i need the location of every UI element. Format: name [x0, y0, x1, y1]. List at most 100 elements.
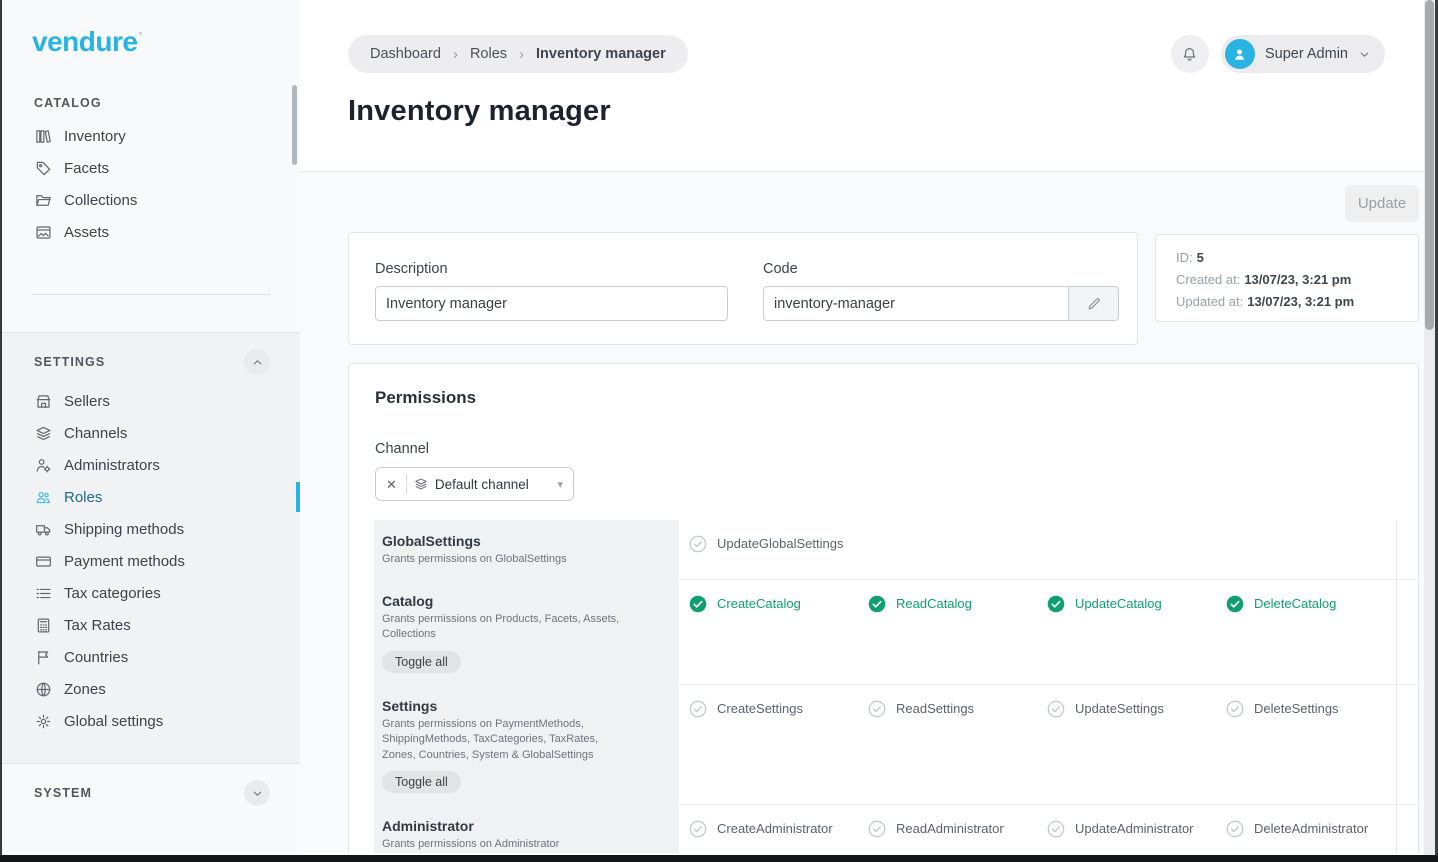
page-scrollbar[interactable] [1424, 0, 1435, 862]
breadcrumb-separator-icon: › [453, 46, 458, 63]
sidebar-item-collections[interactable]: Collections [2, 184, 300, 216]
permission-group-name: GlobalSettings [382, 533, 659, 549]
permission-checkbox-updatecatalog[interactable]: UpdateCatalog [1037, 580, 1216, 613]
avatar [1225, 39, 1255, 69]
sidebar-item-label: Roles [64, 489, 102, 506]
info-value: 13/07/23, 3:21 pm [1244, 272, 1351, 287]
roles-icon [34, 488, 52, 506]
permissions-card: Permissions Channel ✕ Default channel ▾ … [348, 363, 1419, 853]
permission-checkbox-deletesettings[interactable]: DeleteSettings [1216, 685, 1395, 718]
permission-label: DeleteSettings [1254, 700, 1339, 718]
chevron-down-icon [1358, 48, 1371, 61]
scrollbar-thumb[interactable] [1425, 0, 1434, 330]
sidebar-item-inventory[interactable]: Inventory [2, 120, 300, 152]
sidebar-scrollbar[interactable] [292, 85, 297, 165]
sidebar-item-zones[interactable]: Zones [2, 673, 300, 705]
channel-selected-value: Default channel [435, 477, 551, 492]
sidebar-item-assets[interactable]: Assets [2, 216, 300, 248]
close-icon: ✕ [386, 477, 397, 492]
description-label: Description [375, 261, 728, 277]
description-input[interactable] [375, 286, 728, 321]
code-field-group: Code [763, 261, 1119, 344]
sidebar-item-global-settings[interactable]: Global settings [2, 705, 300, 737]
breadcrumb-item-inventory-manager[interactable]: Inventory manager [536, 46, 666, 62]
section-title: CATALOG [34, 96, 102, 110]
permission-checkbox-readsettings[interactable]: ReadSettings [858, 685, 1037, 718]
sidebar-item-facets[interactable]: Facets [2, 152, 300, 184]
sidebar-item-label: Payment methods [64, 553, 185, 570]
channels-icon [34, 424, 52, 442]
page-title: Inventory manager [300, 73, 1438, 128]
section-collapse-button-system[interactable] [244, 780, 270, 806]
toggle-all-button[interactable]: Toggle all [382, 651, 461, 673]
sidebar-item-payment-methods[interactable]: Payment methods [2, 545, 300, 577]
permission-label: DeleteCatalog [1254, 595, 1336, 613]
checked-circle-icon [689, 595, 707, 613]
checked-circle-icon [868, 595, 886, 613]
permission-items: CreateAdministrator ReadAdministratorUpda… [679, 805, 1420, 853]
info-label: Updated at: [1176, 294, 1243, 309]
permission-checkbox-updatesettings[interactable]: UpdateSettings [1037, 685, 1216, 718]
pencil-icon [1086, 296, 1102, 312]
code-input[interactable] [763, 286, 1069, 321]
remove-channel-button[interactable]: ✕ [384, 476, 399, 493]
sidebar-item-roles[interactable]: Roles [2, 481, 300, 513]
breadcrumb-item-roles[interactable]: Roles [470, 46, 507, 62]
unchecked-circle-icon [1047, 700, 1065, 718]
inventory-icon [34, 127, 52, 145]
channel-select[interactable]: ✕ Default channel ▾ [375, 467, 574, 501]
collections-icon [34, 191, 52, 209]
permission-checkbox-createsettings[interactable]: CreateSettings [679, 685, 858, 718]
breadcrumb-item-dashboard[interactable]: Dashboard [370, 46, 441, 62]
sidebar-item-label: Countries [64, 649, 128, 666]
sidebar-item-sellers[interactable]: Sellers [2, 385, 300, 417]
entity-info-card: ID:5Created at:13/07/23, 3:21 pmUpdated … [1155, 234, 1419, 322]
permission-checkbox-createadministrator[interactable]: CreateAdministrator [679, 805, 858, 838]
permission-group-description: Grants permissions on GlobalSettings [382, 552, 632, 568]
sidebar-item-label: Collections [64, 192, 137, 209]
permission-items: UpdateGlobalSettings [679, 520, 1420, 580]
toggle-all-button[interactable]: Toggle all [382, 771, 461, 793]
logo-text: vendure [32, 26, 137, 57]
permission-label: CreateAdministrator [717, 820, 833, 838]
sidebar-item-label: Assets [64, 224, 109, 241]
permission-checkbox-updateglobalsettings[interactable]: UpdateGlobalSettings [679, 520, 858, 553]
section-collapse-button-settings[interactable] [244, 349, 270, 375]
sidebar-item-label: Zones [64, 681, 106, 698]
sidebar-item-label: Inventory [64, 128, 126, 145]
sidebar-item-channels[interactable]: Channels [2, 417, 300, 449]
user-menu[interactable]: Super Admin [1221, 35, 1385, 73]
permission-checkbox-createcatalog[interactable]: CreateCatalog [679, 580, 858, 613]
sidebar-item-administrators[interactable]: Administrators [2, 449, 300, 481]
notifications-button[interactable] [1171, 35, 1209, 73]
sidebar-item-label: Facets [64, 160, 109, 177]
role-detail-card: Description Code [348, 232, 1138, 345]
sidebar-item-shipping-methods[interactable]: Shipping methods [2, 513, 300, 545]
sidebar-section-system: SYSTEM [2, 764, 300, 816]
permission-label: UpdateSettings [1075, 700, 1164, 718]
sellers-icon [34, 392, 52, 410]
permission-label: CreateSettings [717, 700, 803, 718]
update-button[interactable]: Update [1345, 185, 1419, 222]
header-actions: Super Admin [1171, 35, 1385, 73]
sidebar-item-tax-categories[interactable]: Tax categories [2, 577, 300, 609]
permission-checkbox-readcatalog[interactable]: ReadCatalog [858, 580, 1037, 613]
sidebar-item-countries[interactable]: Countries [2, 641, 300, 673]
permission-checkbox-deleteadministrator[interactable]: DeleteAdministrator [1216, 805, 1395, 838]
permission-checkbox-deletecatalog[interactable]: DeleteCatalog [1216, 580, 1395, 613]
permissions-title: Permissions [375, 388, 1418, 408]
permission-checkbox-updateadministrator[interactable]: UpdateAdministrator [1037, 805, 1216, 838]
permission-group-row-settings: SettingsGrants permissions on PaymentMet… [374, 685, 1420, 806]
permission-checkbox-readadministrator[interactable]: ReadAdministrator [858, 805, 1037, 838]
permission-group-description: Grants permissions on Administrator [382, 837, 632, 853]
permission-label: CreateCatalog [717, 595, 801, 613]
breadcrumb: Dashboard›Roles›Inventory manager [348, 35, 688, 73]
tax-categories-icon [34, 584, 52, 602]
edit-code-button[interactable] [1069, 286, 1119, 321]
sidebar-item-tax-rates[interactable]: Tax Rates [2, 609, 300, 641]
code-label: Code [763, 261, 1119, 277]
permission-group-info: SettingsGrants permissions on PaymentMet… [374, 685, 679, 806]
entity-info-row: Created at:13/07/23, 3:21 pm [1176, 269, 1398, 291]
vendure-logo[interactable]: vendure◦ [2, 0, 300, 58]
description-field-group: Description [375, 261, 728, 344]
